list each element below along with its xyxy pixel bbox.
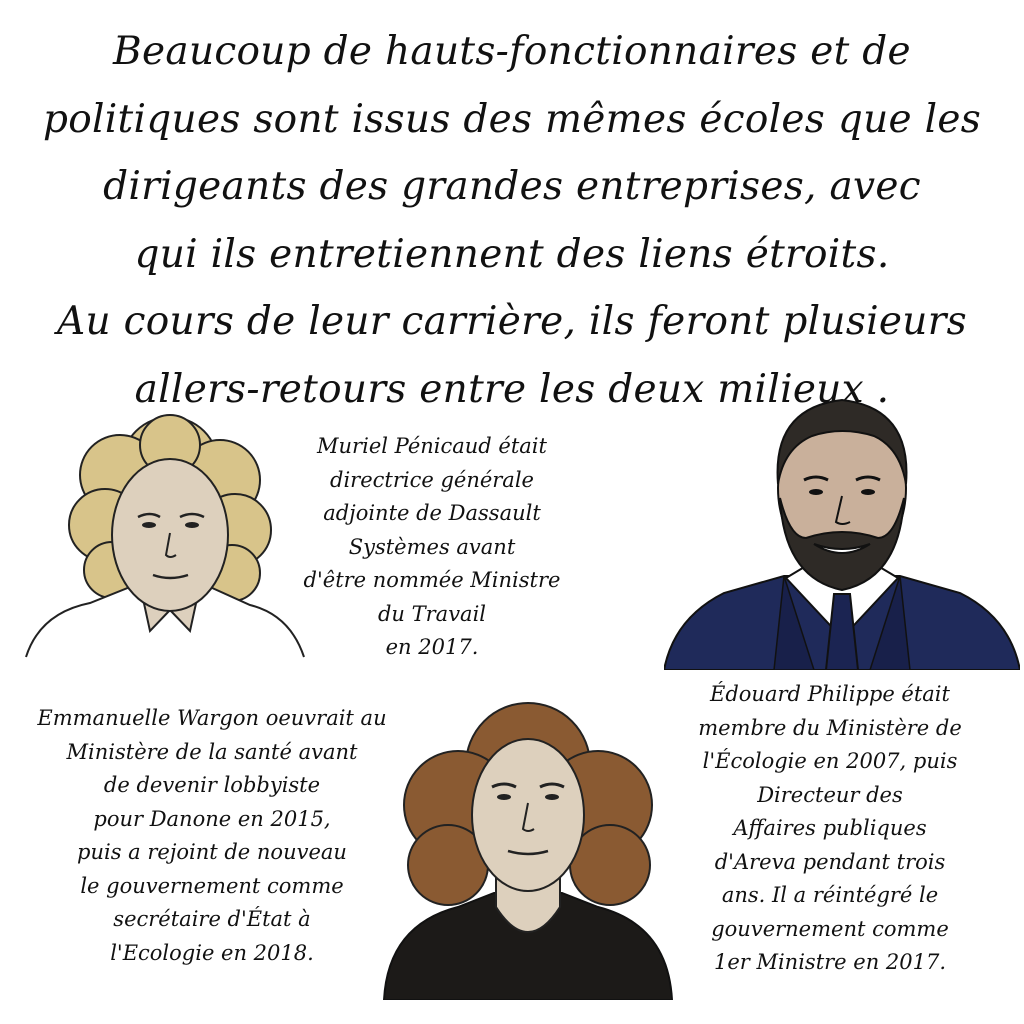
portrait-wargon bbox=[378, 695, 678, 1000]
caption-line: Systèmes avant bbox=[348, 534, 516, 559]
headline-line: qui ils entretiennent des liens étroits. bbox=[134, 231, 890, 277]
caption-line: Affaires publiques bbox=[733, 816, 927, 840]
caption-wargon: Emmanuelle Wargon oeuvrait au Ministère … bbox=[2, 702, 422, 970]
portrait-philippe bbox=[664, 388, 1020, 670]
caption-line: 1er Ministre en 2017. bbox=[713, 950, 947, 974]
headline-line: Au cours de leur carrière, ils feront pl… bbox=[57, 299, 967, 344]
caption-line: d'être nommée Ministre bbox=[303, 568, 561, 592]
caption-line: l'Ecologie en 2018. bbox=[110, 940, 314, 965]
caption-line: Ministère de la santé avant bbox=[66, 739, 358, 764]
caption-line: directrice générale bbox=[330, 467, 534, 492]
caption-line: l'Écologie en 2007, puis bbox=[702, 749, 958, 773]
caption-line: du Travail bbox=[377, 601, 487, 626]
caption-line: d'Areva pendant trois bbox=[714, 849, 946, 874]
caption-line: le gouvernement comme bbox=[80, 873, 344, 898]
caption-line: Directeur des bbox=[757, 782, 903, 807]
caption-line: ans. Il a réintégré le bbox=[721, 883, 939, 907]
caption-line: puis a rejoint de nouveau bbox=[77, 840, 347, 864]
caption-line: adjointe de Dassault bbox=[323, 501, 541, 525]
caption-line: de devenir lobbyiste bbox=[103, 773, 321, 797]
caption-penicaud: Muriel Pénicaud était directrice général… bbox=[262, 430, 602, 665]
caption-line: Emmanuelle Wargon oeuvrait au bbox=[37, 706, 387, 730]
caption-line: secrétaire d'État à bbox=[113, 907, 311, 931]
headline-line: politiques sont issus des mêmes écoles q… bbox=[42, 96, 982, 142]
headline-line: dirigeants des grandes entreprises, avec bbox=[103, 164, 921, 209]
headline: Beaucoup de hauts-fonctionnaires et de p… bbox=[0, 18, 1024, 423]
headline-line: Beaucoup de hauts-fonctionnaires et de bbox=[113, 29, 911, 74]
caption-line: en 2017. bbox=[385, 635, 479, 659]
caption-line: Muriel Pénicaud était bbox=[317, 434, 547, 458]
caption-philippe: Édouard Philippe était membre du Ministè… bbox=[660, 678, 1000, 980]
caption-line: Édouard Philippe était bbox=[710, 682, 950, 706]
caption-line: pour Danone en 2015, bbox=[93, 806, 331, 831]
caption-line: membre du Ministère de bbox=[698, 715, 962, 740]
caption-line: gouvernement comme bbox=[711, 916, 949, 941]
